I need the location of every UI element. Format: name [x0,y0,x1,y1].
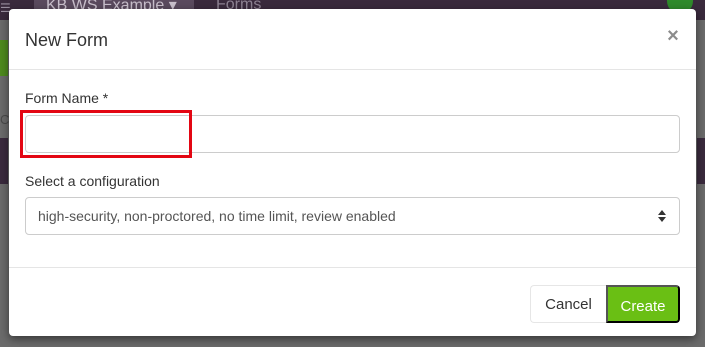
modal-title: New Form [25,30,109,50]
modal-header: New Form × [9,9,696,70]
form-name-input[interactable] [25,115,680,153]
configuration-label: Select a configuration [25,173,160,189]
form-name-label: Form Name * [25,90,109,106]
select-arrows-icon [658,210,666,222]
modal-footer: Cancel Create [9,267,696,336]
configuration-selected-value: high-security, non-proctored, no time li… [38,208,396,224]
create-button[interactable]: Create [606,285,680,323]
configuration-select[interactable]: high-security, non-proctored, no time li… [25,197,680,235]
background-table-header-right [697,138,705,184]
new-form-modal: New Form × Form Name * Select a configur… [9,9,696,336]
close-icon[interactable]: × [665,26,681,46]
background-action-button [0,40,8,76]
background-table-header [0,138,8,184]
cancel-button[interactable]: Cancel [530,285,606,323]
